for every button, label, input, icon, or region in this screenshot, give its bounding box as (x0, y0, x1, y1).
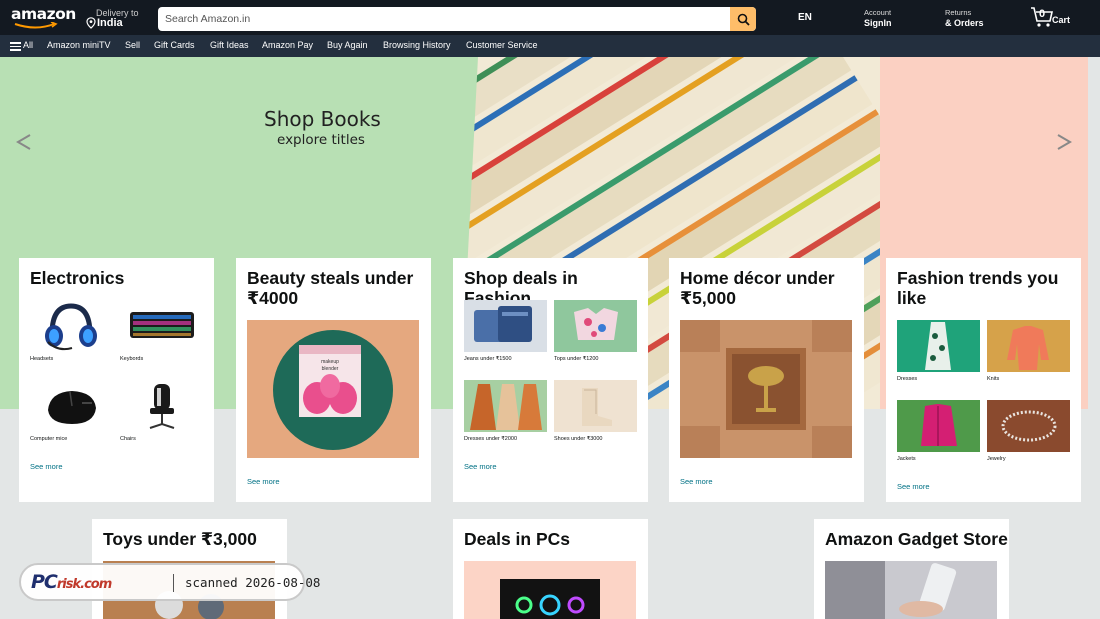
hero-subtitle: explore titles (277, 132, 365, 148)
card-title: Toys under ₹3,000 (103, 529, 257, 549)
makeup-blender-image[interactable]: makeup blender (247, 320, 419, 458)
jeans-image (464, 300, 547, 352)
returns-orders-link[interactable]: Returns & Orders (945, 8, 984, 28)
cart-button[interactable]: 0 Cart (1030, 6, 1080, 28)
dress-image (897, 320, 980, 372)
tile-computer-mice[interactable]: Computer mice (30, 380, 113, 442)
product-label-text: makeup (321, 359, 339, 365)
see-more-link[interactable]: See more (247, 477, 280, 486)
see-more-link[interactable]: See more (680, 477, 713, 486)
secondary-navbar: All Amazon miniTV Sell Gift Cards Gift I… (0, 35, 1100, 57)
card-title: Beauty steals under ₹4000 (247, 268, 414, 308)
location-pin-icon (86, 17, 96, 29)
tile-jewelry[interactable]: Jewelry (987, 400, 1070, 462)
cart-count: 0 (1039, 8, 1046, 20)
cart-label: Cart (1052, 15, 1071, 25)
card-beauty: Beauty steals under ₹4000 makeup blender… (236, 258, 431, 502)
pc-image[interactable] (464, 561, 636, 619)
pcrisk-logo: PCrisk.com (31, 571, 112, 593)
nav-customer-service[interactable]: Customer Service (466, 40, 538, 50)
tile-shoes[interactable]: Shoes under ₹3000 (554, 380, 637, 442)
search-button[interactable] (730, 7, 756, 31)
smile-arrow-icon (14, 22, 58, 29)
hamburger-menu-icon[interactable] (10, 42, 21, 51)
keyboard-image (120, 300, 203, 352)
tile-headsets[interactable]: Headsets (30, 300, 113, 362)
card-fashion-trends: Fashion trends you like Dresses Knits Ja… (886, 258, 1081, 502)
hero-title: Shop Books (264, 107, 381, 131)
tile-keyboards[interactable]: Keybords (120, 300, 203, 362)
see-more-link[interactable]: See more (464, 462, 497, 471)
gadget-image[interactable] (825, 561, 997, 619)
card-title: Electronics (30, 268, 125, 288)
headset-image (30, 300, 113, 352)
nav-browsing-history[interactable]: Browsing History (383, 40, 451, 50)
jacket-image (897, 400, 980, 452)
nav-buy-again[interactable]: Buy Again (327, 40, 368, 50)
tile-jeans[interactable]: Jeans under ₹1500 (464, 300, 547, 362)
chair-image (120, 380, 203, 432)
nav-all[interactable]: All (23, 40, 33, 50)
dresses-image (464, 380, 547, 432)
tile-dresses[interactable]: Dresses under ₹2000 (464, 380, 547, 442)
card-home-decor: Home décor under ₹5,000 See more (669, 258, 864, 502)
see-more-link[interactable]: See more (897, 482, 930, 491)
tile-jackets[interactable]: Jackets (897, 400, 980, 462)
card-title: Home décor under ₹5,000 (680, 268, 835, 308)
card-pcs: Deals in PCs (453, 519, 648, 619)
carousel-prev-button[interactable] (16, 133, 32, 157)
tile-chairs[interactable]: Chairs (120, 380, 203, 442)
carousel-next-button[interactable] (1056, 133, 1072, 157)
tile-dresses[interactable]: Dresses (897, 320, 980, 382)
svg-text:blender: blender (322, 366, 339, 372)
tile-knits[interactable]: Knits (987, 320, 1070, 382)
chevron-right-icon (1057, 134, 1072, 150)
delivery-country: India (97, 17, 123, 29)
tops-image (554, 300, 637, 352)
nav-amazon-pay[interactable]: Amazon Pay (262, 40, 313, 50)
pcrisk-watermark: PCrisk.com scanned 2026-08-08 (19, 563, 320, 601)
search-input[interactable] (158, 7, 730, 31)
card-title: Fashion trends you like (897, 268, 1059, 308)
account-link[interactable]: Account SignIn (864, 8, 892, 28)
language-selector[interactable]: EN (798, 12, 812, 23)
top-navbar: amazon Delivery to India EN Account Sign… (0, 0, 1100, 35)
nav-miniTV[interactable]: Amazon miniTV (47, 40, 111, 50)
tile-tops[interactable]: Tops under ₹1200 (554, 300, 637, 362)
amazon-logo[interactable]: amazon (11, 6, 76, 29)
see-more-link[interactable]: See more (30, 462, 63, 471)
home-decor-image[interactable] (680, 320, 852, 458)
card-title: Deals in PCs (464, 529, 571, 549)
shoes-image (554, 380, 637, 432)
chevron-left-icon (16, 134, 31, 150)
card-electronics: Electronics Headsets Keybords Computer m… (19, 258, 214, 502)
search-icon (737, 13, 750, 26)
scan-date-text: scanned 2026-08-08 (185, 575, 321, 590)
search-bar (158, 7, 756, 31)
knits-image (987, 320, 1070, 372)
nav-gift-ideas[interactable]: Gift Ideas (210, 40, 249, 50)
card-gadget-store: Amazon Gadget Store (814, 519, 1009, 619)
card-fashion-deals: Shop deals in Fashion Jeans under ₹1500 … (453, 258, 648, 502)
mouse-image (30, 380, 113, 432)
jewelry-image (987, 400, 1070, 452)
nav-gift-cards[interactable]: Gift Cards (154, 40, 195, 50)
card-title: Amazon Gadget Store (825, 529, 1008, 549)
nav-sell[interactable]: Sell (125, 40, 140, 50)
